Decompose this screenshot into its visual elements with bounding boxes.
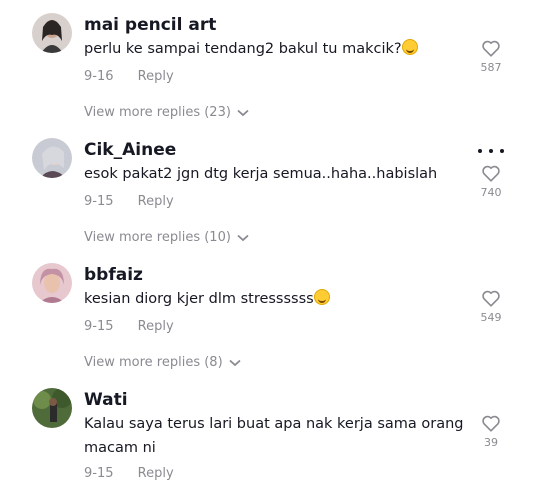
comment-meta: 9-15 Reply	[84, 466, 174, 481]
more-horizontal-icon[interactable]	[478, 147, 504, 155]
avatar[interactable]	[32, 13, 72, 53]
like-count: 587	[480, 61, 502, 74]
comment-date: 9-16	[84, 69, 114, 84]
heart-outline-icon	[482, 40, 500, 57]
heart-outline-icon	[482, 290, 500, 307]
heart-outline-icon	[482, 165, 500, 182]
comment-meta: 9-15 Reply	[84, 194, 174, 209]
chevron-down-icon	[237, 234, 249, 241]
comment-date: 9-15	[84, 319, 114, 334]
like-count: 549	[480, 311, 502, 324]
reply-button[interactable]: Reply	[138, 194, 174, 209]
heart-outline-icon	[482, 415, 500, 432]
username[interactable]: bbfaiz	[84, 265, 143, 285]
like-button[interactable]: 39	[471, 414, 511, 449]
comment-meta: 9-15 Reply	[84, 319, 174, 334]
grinning-sweat-emoji-icon	[401, 39, 418, 55]
like-button[interactable]: 740	[471, 164, 511, 199]
tears-of-joy-emoji-icon	[313, 289, 330, 305]
like-button[interactable]: 549	[471, 289, 511, 324]
comment-date: 9-15	[84, 466, 114, 481]
reply-button[interactable]: Reply	[138, 319, 174, 334]
reply-button[interactable]: Reply	[138, 69, 174, 84]
comment-text: esok pakat2 jgn dtg kerja semua..haha..h…	[84, 166, 438, 182]
reply-button[interactable]: Reply	[138, 466, 174, 481]
like-count: 740	[480, 186, 502, 199]
comment-text: perlu ke sampai tendang2 bakul tu makcik…	[84, 37, 464, 61]
view-more-replies[interactable]: View more replies (10)	[84, 230, 249, 245]
comment-meta: 9-16 Reply	[84, 69, 174, 84]
chevron-down-icon	[229, 359, 241, 366]
chevron-down-icon	[237, 109, 249, 116]
username[interactable]: Cik_Ainee	[84, 140, 176, 160]
avatar[interactable]	[32, 263, 72, 303]
like-button[interactable]: 587	[471, 39, 511, 74]
view-more-replies[interactable]: View more replies (23)	[84, 105, 249, 120]
view-more-replies[interactable]: View more replies (8)	[84, 355, 241, 370]
avatar[interactable]	[32, 388, 72, 428]
comment-date: 9-15	[84, 194, 114, 209]
username[interactable]: mai pencil art	[84, 15, 216, 35]
username[interactable]: Wati	[84, 390, 128, 410]
like-count: 39	[484, 436, 498, 449]
comment-text: Kalau saya terus lari buat apa nak kerja…	[84, 416, 464, 456]
avatar[interactable]	[32, 138, 72, 178]
comment-text: kesian diorg kjer dlm stressssss	[84, 287, 464, 311]
